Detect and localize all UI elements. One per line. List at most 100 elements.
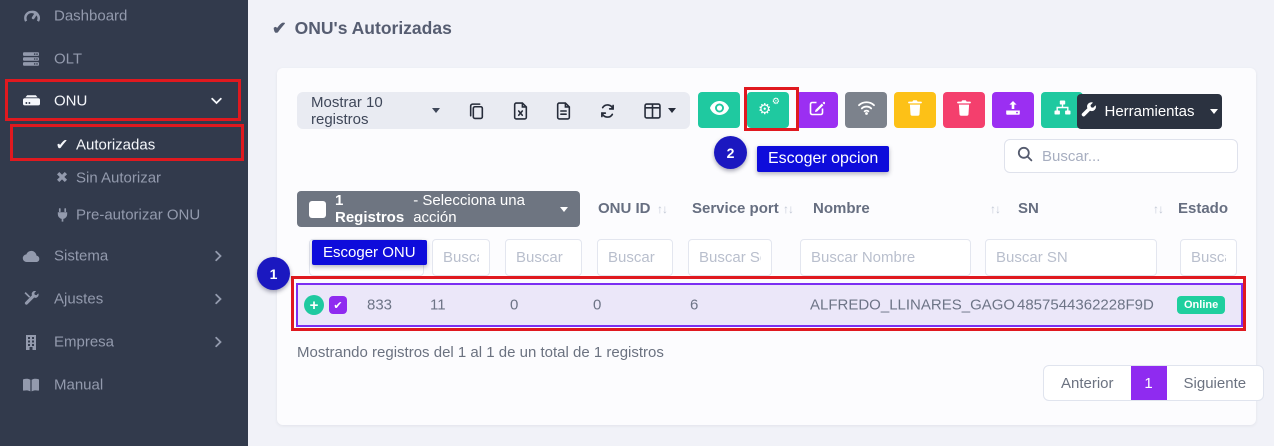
filter-input-nombre[interactable]	[800, 239, 971, 276]
sidebar-item-olt[interactable]: OLT	[0, 44, 248, 74]
entries-dropdown-label: Mostrar 10 registros	[311, 94, 425, 128]
trash-icon	[957, 100, 971, 121]
column-header-estado[interactable]: Estado	[1178, 200, 1228, 218]
sidebar-item-onu[interactable]: ONU	[0, 86, 248, 116]
chevron-right-icon	[215, 337, 222, 348]
records-summary: Mostrando registros del 1 al 1 de un tot…	[297, 344, 664, 361]
sort-icon[interactable]: ↑↓	[990, 202, 1000, 216]
chevron-right-icon	[215, 294, 222, 305]
wifi-icon	[857, 100, 876, 120]
annotation-step-2-label: Escoger opcion	[757, 146, 889, 172]
sidebar-item-label: OLT	[54, 51, 82, 68]
filter-input-onu-id[interactable]	[597, 239, 673, 276]
sidebar-item-label: Autorizadas	[76, 137, 155, 154]
sort-icon[interactable]: ↑↓	[657, 202, 667, 216]
caret-down-icon	[668, 108, 676, 113]
edit-icon	[809, 100, 825, 121]
table-row[interactable]: + ✔ 833 11 0 0 6 ALFREDO_LLINARES_GAGO 4…	[296, 283, 1243, 327]
copy-button[interactable]	[468, 102, 485, 120]
sidebar-item-label: Sistema	[54, 248, 108, 265]
check-icon: ✔	[272, 20, 287, 38]
filter-input-estado[interactable]	[1180, 239, 1237, 276]
upload-icon	[1005, 100, 1021, 121]
sidebar-item-manual[interactable]: Manual	[0, 370, 248, 400]
expand-row-icon[interactable]: +	[304, 295, 324, 315]
filter-input-sn[interactable]	[985, 239, 1157, 276]
cogs-icon: ⚙⚙	[758, 101, 778, 119]
x-mark-icon: ✖	[53, 171, 71, 186]
filter-input-3[interactable]	[505, 239, 582, 276]
column-header-onu-id[interactable]: ONU ID	[598, 200, 651, 218]
sort-icon[interactable]: ↑↓	[1153, 202, 1163, 216]
configure-onu-button[interactable]: ⚙⚙	[747, 92, 789, 128]
sidebar-item-label: Sin Autorizar	[76, 170, 161, 187]
sort-icon[interactable]: ↑↓	[783, 202, 793, 216]
search-icon	[1017, 146, 1033, 167]
trash-icon	[908, 100, 922, 121]
column-header-nombre[interactable]: Nombre	[813, 200, 870, 218]
row-cell-nombre: ALFREDO_LLINARES_GAGO	[810, 297, 1015, 314]
export-excel-button[interactable]	[513, 102, 528, 120]
chevron-right-icon	[215, 251, 222, 262]
sidebar-item-sin-autorizar[interactable]: ✖ Sin Autorizar	[0, 163, 248, 193]
cloud-icon	[20, 249, 42, 263]
view-onu-button[interactable]	[698, 92, 740, 128]
row-checkbox[interactable]: ✔	[329, 296, 347, 314]
delete-warning-button[interactable]	[894, 92, 936, 128]
chevron-down-icon	[211, 98, 222, 105]
column-header-sn[interactable]: SN	[1018, 200, 1039, 218]
pagination-page-1[interactable]: 1	[1131, 366, 1167, 400]
sidebar-item-dashboard[interactable]: Dashboard	[0, 1, 248, 31]
sidebar-item-label: Pre-autorizar ONU	[76, 207, 200, 224]
table-toolbar: Mostrar 10 registros	[297, 92, 690, 129]
status-badge: Online	[1177, 296, 1225, 314]
entries-dropdown[interactable]: Mostrar 10 registros	[311, 94, 440, 128]
pagination-prev-button[interactable]: Anterior	[1044, 366, 1131, 400]
sitemap-icon	[1054, 100, 1071, 120]
sidebar-item-label: Dashboard	[54, 8, 127, 25]
tools-icon	[20, 291, 42, 307]
sidebar-item-pre-autorizar[interactable]: Pre-autorizar ONU	[0, 200, 248, 230]
upload-button[interactable]	[992, 92, 1034, 128]
pagination: Anterior 1 Siguiente	[1043, 365, 1264, 401]
column-header-service-port[interactable]: Service port	[692, 200, 779, 218]
gauge-icon	[20, 8, 42, 25]
sidebar: Dashboard OLT ONU ✔ Autorizadas ✖ Sin Au…	[0, 0, 248, 446]
annotation-step-1-badge: 1	[257, 257, 290, 290]
tools-dropdown-button[interactable]: Herramientas	[1077, 94, 1222, 129]
refresh-button[interactable]	[599, 103, 616, 119]
filter-input-2[interactable]	[432, 239, 490, 276]
select-all-checkbox[interactable]	[309, 201, 326, 218]
sidebar-item-sistema[interactable]: Sistema	[0, 241, 248, 271]
pagination-next-button[interactable]: Siguiente	[1167, 366, 1264, 400]
caret-down-icon	[1210, 109, 1218, 114]
select-action-label: - Selecciona una acción	[413, 192, 544, 226]
sidebar-item-ajustes[interactable]: Ajustes	[0, 284, 248, 314]
annotation-step-1-label: Escoger ONU	[312, 240, 427, 265]
export-file-button[interactable]	[556, 102, 571, 120]
wrench-icon	[1081, 102, 1096, 121]
delete-button[interactable]	[943, 92, 985, 128]
filter-input-service-port[interactable]	[688, 239, 772, 276]
building-icon	[20, 334, 42, 350]
row-cell: 0	[510, 297, 518, 314]
sidebar-item-autorizadas[interactable]: ✔ Autorizadas	[0, 130, 248, 160]
search-input[interactable]	[1042, 148, 1241, 165]
check-icon: ✔	[53, 138, 71, 153]
sidebar-item-empresa[interactable]: Empresa	[0, 327, 248, 357]
selected-count: 1 Registros	[335, 192, 404, 226]
edit-onu-button[interactable]	[796, 92, 838, 128]
plug-icon	[53, 207, 71, 223]
columns-visibility-button[interactable]	[644, 103, 676, 119]
row-cell: 0	[593, 297, 601, 314]
select-action-dropdown[interactable]: 1 Registros - Selecciona una acción	[297, 191, 580, 227]
sidebar-item-label: Empresa	[54, 334, 114, 351]
eye-icon	[710, 101, 729, 120]
onu-device-icon	[20, 93, 42, 109]
search-box	[1004, 139, 1238, 173]
wifi-button[interactable]	[845, 92, 887, 128]
row-cell: 833	[367, 297, 392, 314]
server-icon	[20, 51, 42, 67]
sidebar-item-label: Manual	[54, 377, 103, 394]
row-cell-onu-id: 6	[690, 297, 698, 314]
